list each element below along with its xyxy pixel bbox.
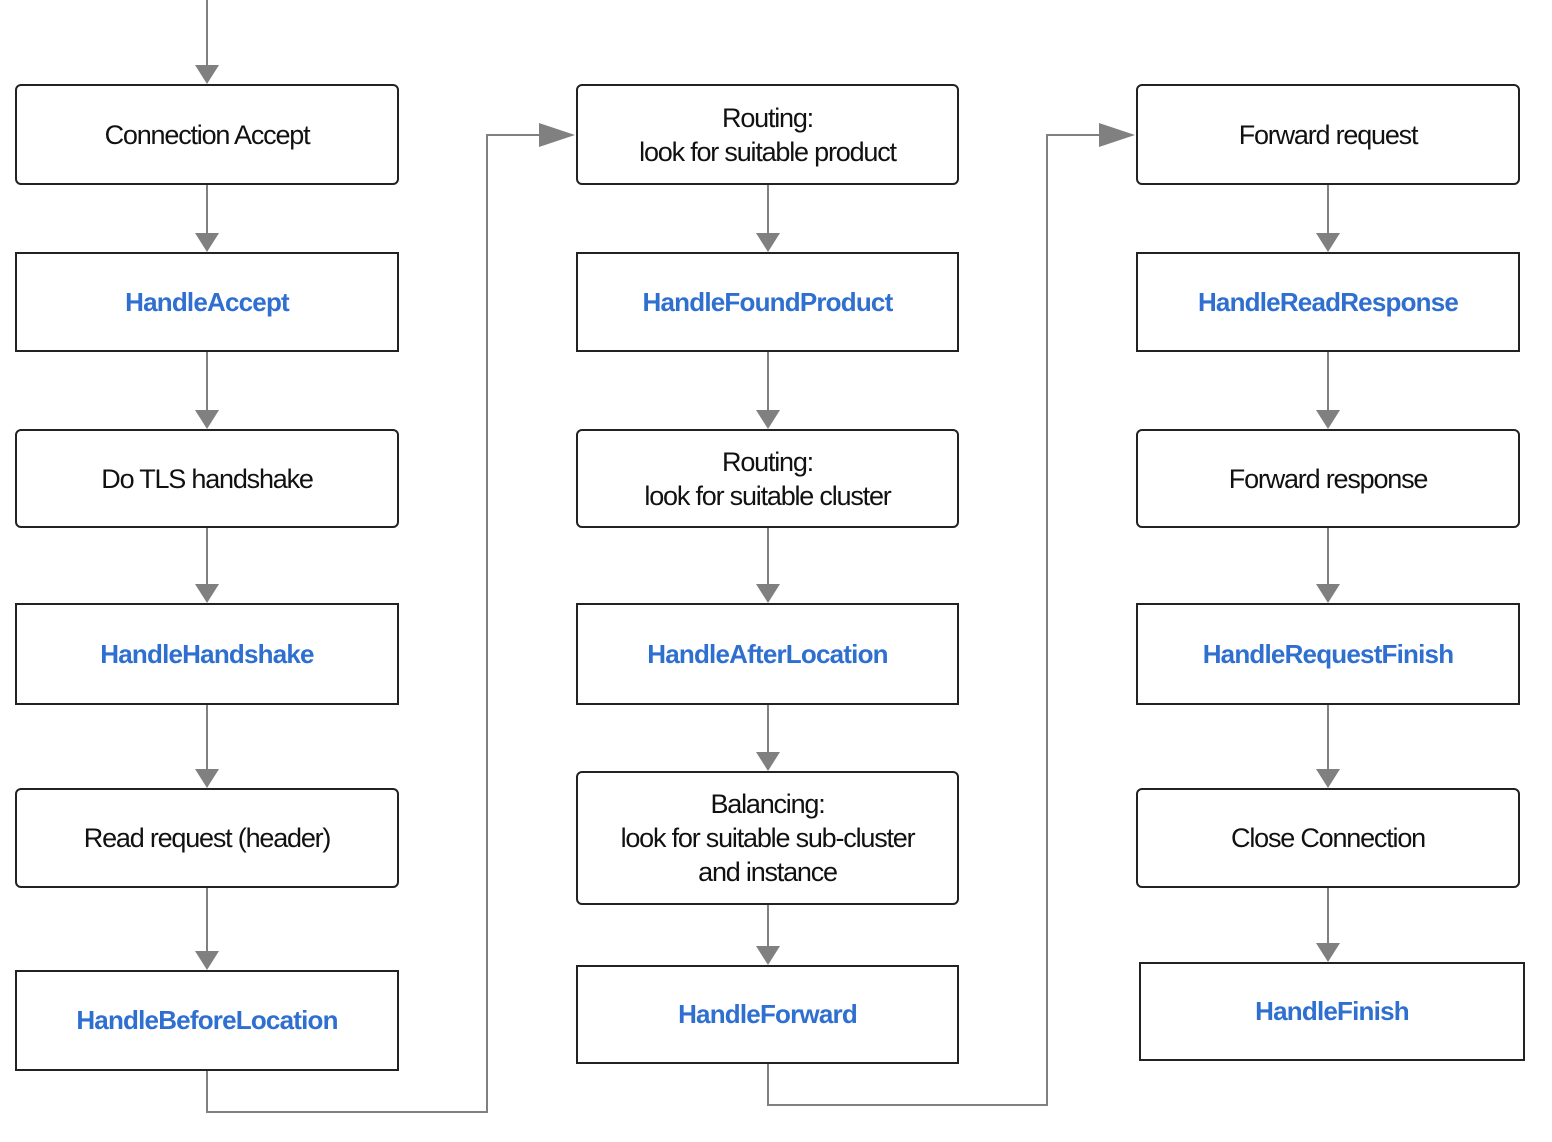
node-label: Do TLS handshake xyxy=(101,463,314,494)
arrow-head-icon xyxy=(756,752,780,771)
hook-node: HandleForward xyxy=(576,965,959,1064)
arrow-head-icon xyxy=(195,584,219,603)
node-label: look for suitable cluster xyxy=(644,480,891,511)
arrow-head-icon xyxy=(1316,233,1340,252)
arrow-head-icon xyxy=(1316,769,1340,788)
hook-node: HandleReadResponse xyxy=(1136,252,1520,352)
node-label: HandleBeforeLocation xyxy=(76,1005,338,1035)
step-node: Forward request xyxy=(1136,84,1520,185)
node-label: HandleAfterLocation xyxy=(647,638,888,669)
node-label: Forward response xyxy=(1228,463,1429,494)
step-node: Forward response xyxy=(1136,429,1520,528)
arrow-head-icon xyxy=(756,946,780,965)
node-label: HandleRequestFinish xyxy=(1202,638,1454,669)
arrow-head-icon xyxy=(756,233,780,252)
node-label: Connection Accept xyxy=(104,119,311,150)
arrow-head-icon xyxy=(195,951,219,970)
step-node: Read request (header) xyxy=(15,788,399,888)
step-node: Connection Accept xyxy=(15,84,399,185)
arrow-head-icon xyxy=(195,769,219,788)
node-label: look for suitable sub-cluster xyxy=(620,823,916,853)
node-label: HandleAccept xyxy=(125,286,290,317)
hook-node: HandleHandshake xyxy=(15,603,399,705)
step-node: Do TLS handshake xyxy=(15,429,399,528)
arrow-head-icon xyxy=(195,233,219,252)
node-label: HandleReadResponse xyxy=(1197,286,1459,317)
node-label: HandleHandshake xyxy=(100,638,314,669)
step-node: Routing: look for suitable product xyxy=(576,84,959,185)
arrow-head-icon xyxy=(1316,410,1340,429)
arrow-head-icon xyxy=(195,410,219,429)
hook-node: HandleRequestFinish xyxy=(1136,603,1520,705)
arrow-head-icon xyxy=(195,65,219,84)
step-node: Balancing: look for suitable sub-cluster a… xyxy=(576,771,959,905)
node-label: Balancing: xyxy=(710,789,825,819)
hook-node: HandleFoundProduct xyxy=(576,252,959,352)
hook-node: HandleFinish xyxy=(1139,962,1525,1061)
arrow-head-icon xyxy=(1316,584,1340,603)
step-node: Close Connection xyxy=(1136,788,1520,888)
arrow-head-icon xyxy=(756,584,780,603)
hook-node: HandleBeforeLocation xyxy=(15,970,399,1071)
node-label: look for suitable product xyxy=(639,136,897,167)
hook-node: HandleAfterLocation xyxy=(576,603,959,705)
node-label: Routing: xyxy=(722,446,814,477)
node-label: Forward request xyxy=(1238,119,1419,150)
arrow-head-icon xyxy=(539,123,575,147)
node-label: Close Connection xyxy=(1231,823,1426,853)
arrow-head-icon xyxy=(1099,123,1135,147)
arrow-head-icon xyxy=(756,410,780,429)
arrow-head-icon xyxy=(1316,943,1340,962)
node-label: HandleForward xyxy=(678,999,858,1029)
step-node: Routing: look for suitable cluster xyxy=(576,429,959,528)
node-label: HandleFoundProduct xyxy=(642,286,894,317)
node-label: Routing: xyxy=(722,102,814,133)
node-label: Read request (header) xyxy=(83,823,332,853)
hook-node: HandleAccept xyxy=(15,252,399,352)
node-label: and instance xyxy=(698,857,838,887)
node-label: HandleFinish xyxy=(1255,996,1409,1026)
